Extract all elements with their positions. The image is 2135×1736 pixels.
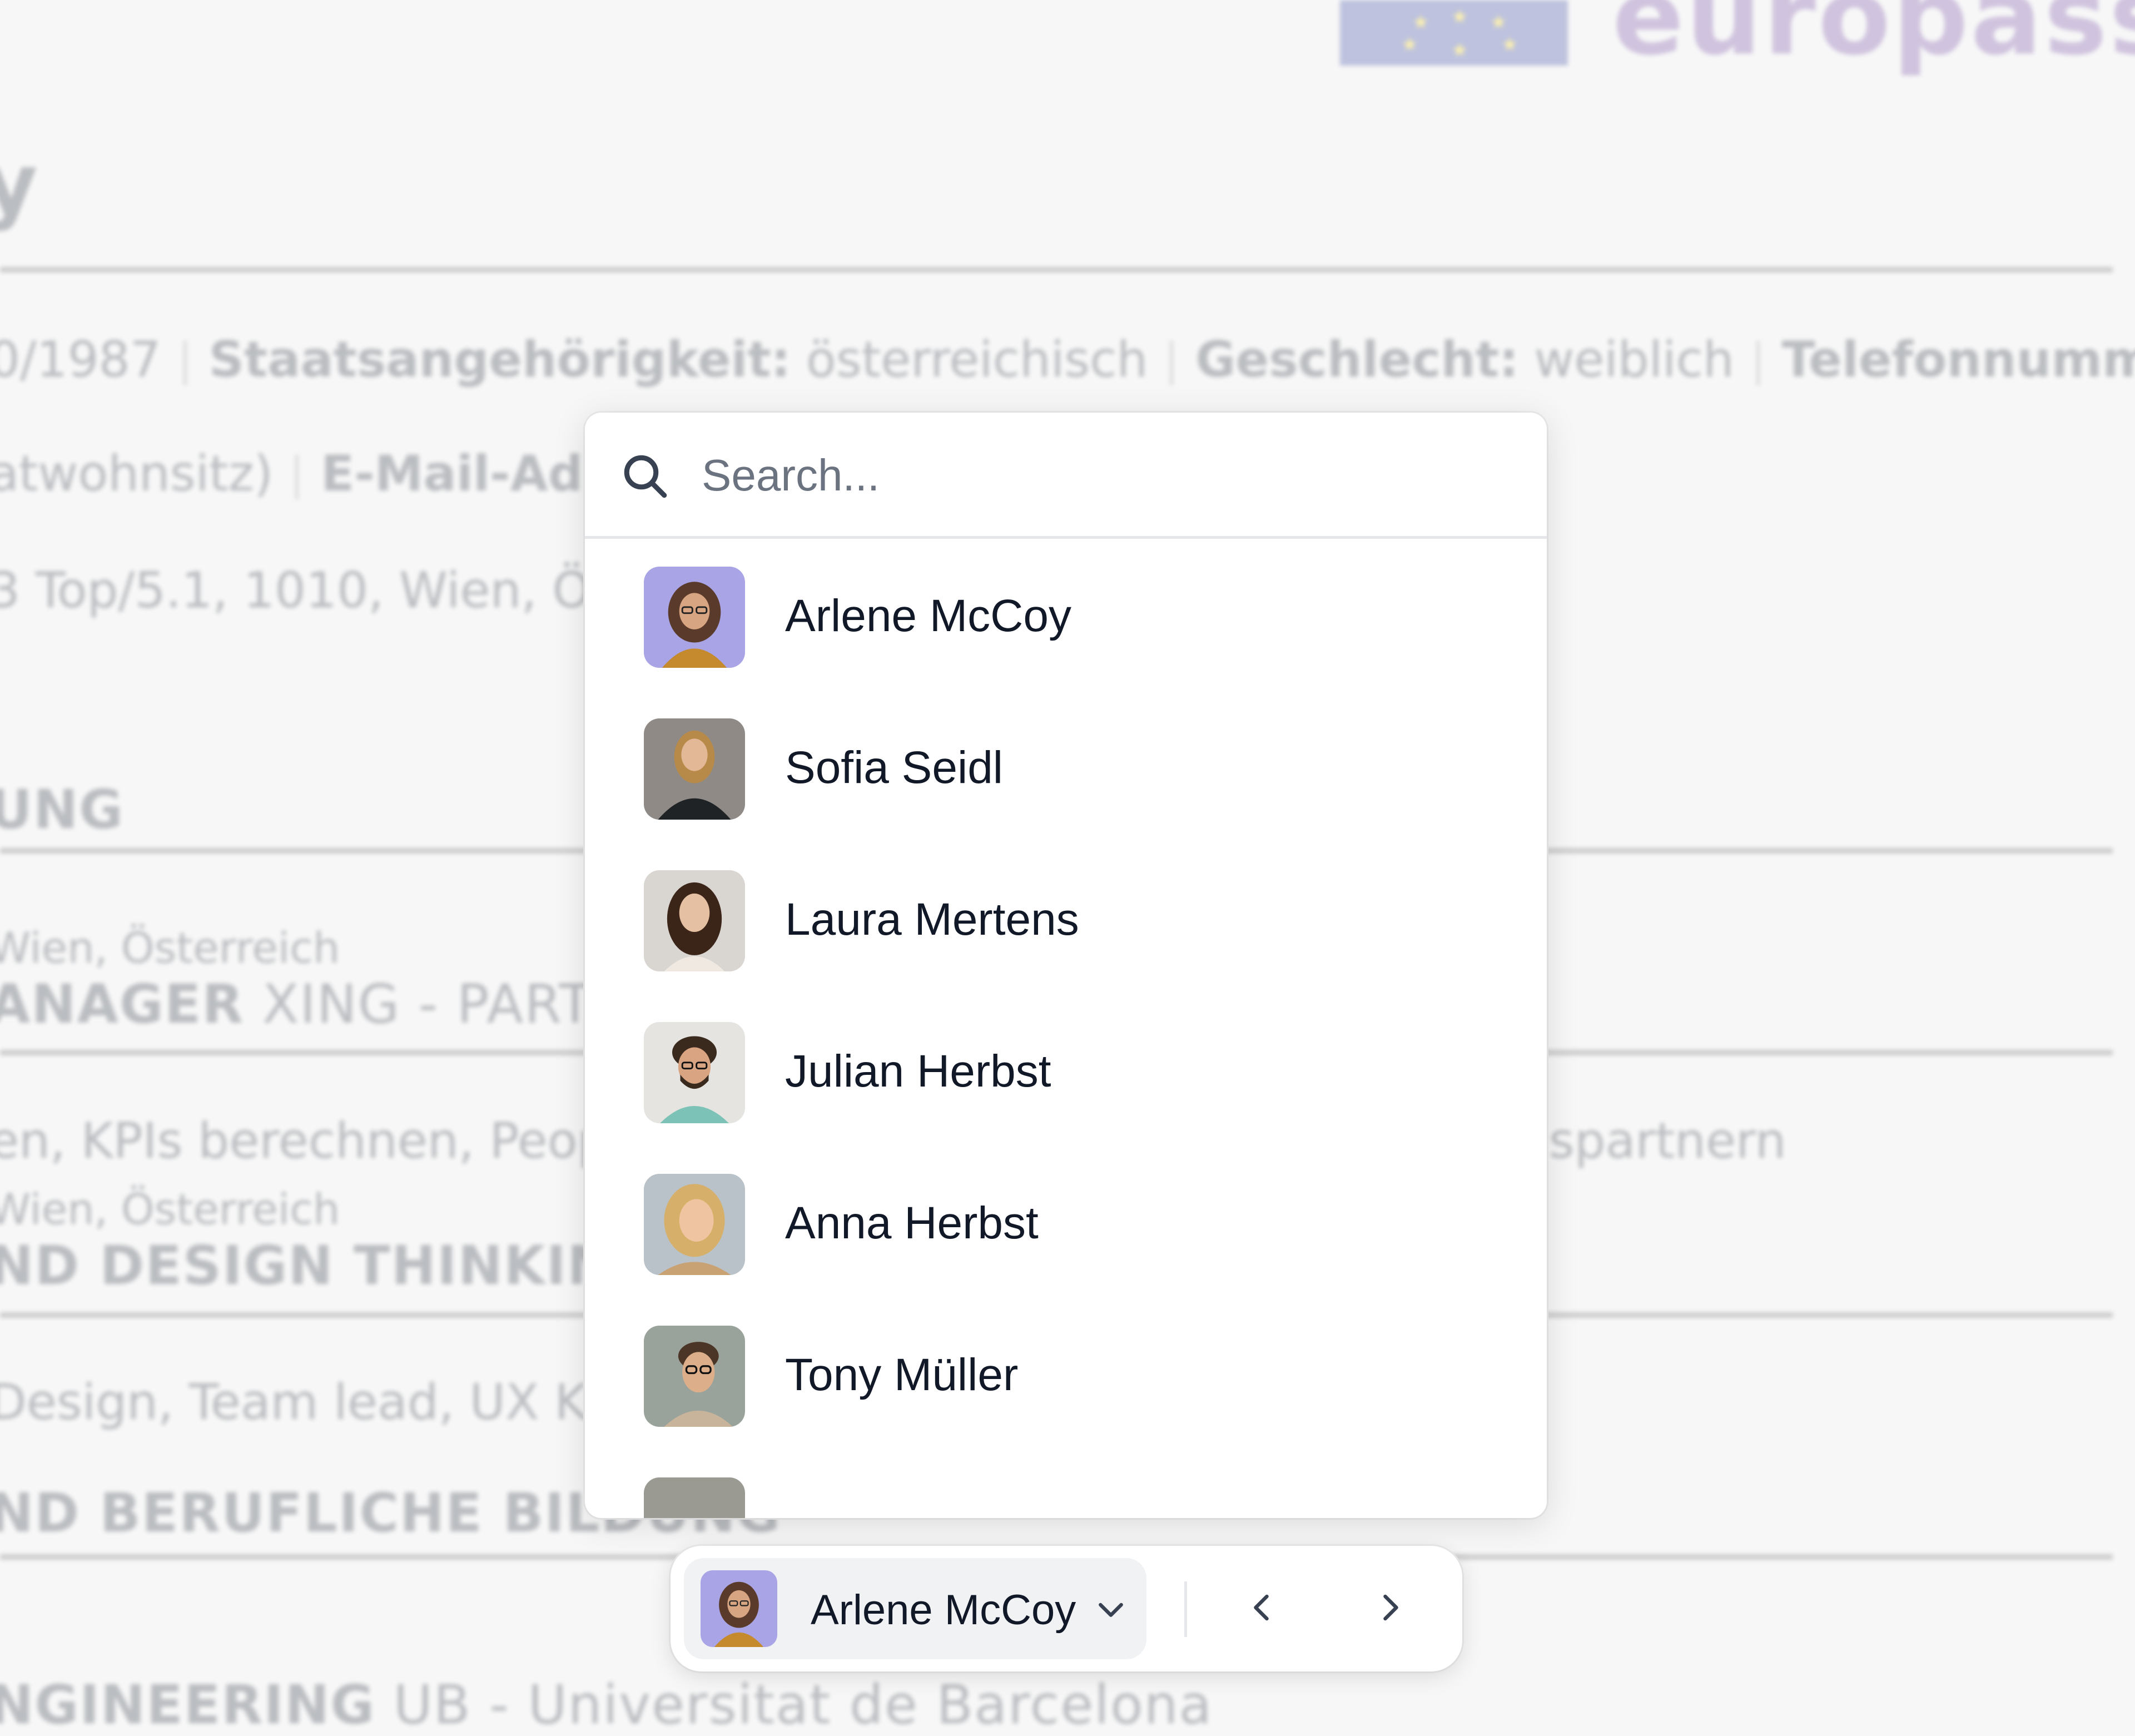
selected-person-name: Arlene McCoy [811,1586,1076,1634]
job1-description: en, KPIs berechnen, Peop [0,1112,609,1169]
avatar [701,1570,777,1647]
avatar [644,870,745,971]
chevron-down-icon [1099,1603,1123,1617]
person-option-arlene-mccoy[interactable]: Arlene McCoy [585,539,1547,691]
search-icon [624,455,667,498]
section-heading-experience: UNG [0,778,125,841]
info-line-2: atwohnsitz) E-Mail-Adr [0,445,608,502]
cv-name: y [0,136,38,233]
chevron-left-icon [1254,1594,1269,1621]
avatar [644,1477,745,1518]
selected-person-dropdown[interactable]: Arlene McCoy [684,1558,1146,1659]
next-button[interactable] [1353,1571,1426,1644]
person-name: Tony Müller [785,1350,1019,1400]
person-list: Arlene McCoy Sofia Seidl Laura Mertens J… [585,539,1547,1518]
person-switcher-toolbar: Arlene McCoy [671,1546,1462,1671]
address-line: 3 Top/5.1, 1010, Wien, Ös [0,562,617,619]
person-name: Sofia Seidl [785,742,1004,793]
job2-title: ND DESIGN THINKING [0,1234,658,1297]
job2-description: Design, Team lead, UX K [0,1373,587,1431]
avatar [644,1174,745,1275]
person-name: Julian Herbst [785,1046,1051,1097]
avatar [644,718,745,820]
europass-logo-text: europass [1612,0,2135,78]
person-option-tony-muller[interactable]: Tony Müller [585,1298,1547,1450]
divider [0,267,2113,272]
job1-description-tail: gspartnern [1518,1112,1786,1169]
avatar [644,1022,745,1123]
chevron-right-icon [1383,1594,1398,1621]
person-option-sofia-seidl[interactable]: Sofia Seidl [585,691,1547,842]
search-input[interactable] [701,444,1509,507]
avatar [644,567,745,668]
info-line-1: 0/1987 Staatsangehörigkeit: österreichisc… [0,331,2135,388]
person-picker-dropdown: Arlene McCoy Sofia Seidl [585,413,1547,1518]
toolbar-divider [1184,1581,1187,1637]
job1-title: ANAGER XING - PART O [0,973,654,1035]
job2-location: Wien, Österreich [0,1184,340,1234]
person-name: Anna Herbst [785,1198,1039,1248]
person-option-anna-herbst[interactable]: Anna Herbst [585,1146,1547,1298]
edu1-title: NGINEERING UB - Universitat de Barcelona [0,1674,1213,1736]
person-name: Laura Mertens [785,894,1079,945]
previous-button[interactable] [1227,1571,1299,1644]
person-option-julian-herbst[interactable]: Julian Herbst [585,994,1547,1146]
search-bar [585,413,1547,539]
job1-location: Wien, Österreich [0,923,340,973]
person-option-laura-mertens[interactable]: Laura Mertens [585,842,1547,994]
eu-flag-logo: ★ ★ ★ ★ ★ ★ [1340,0,1568,66]
person-name: Arlene McCoy [785,591,1071,641]
person-option-partial[interactable] [585,1450,1547,1518]
avatar [644,1326,745,1427]
